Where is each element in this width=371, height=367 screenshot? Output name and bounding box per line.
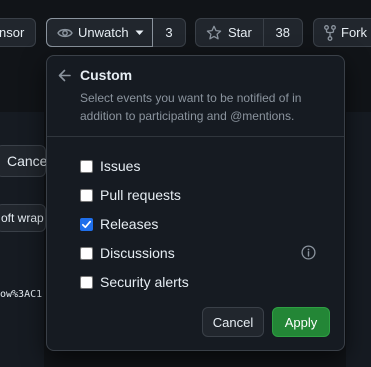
checkmark-icon: [81, 220, 92, 228]
popover-description: Select events you want to be notified of…: [80, 91, 302, 123]
star-button[interactable]: Star: [196, 19, 263, 46]
watch-count[interactable]: 3: [153, 19, 185, 46]
sponsor-button[interactable]: nsor: [0, 18, 36, 47]
option-releases[interactable]: Releases: [80, 214, 158, 234]
star-count[interactable]: 38: [262, 19, 302, 46]
pull-requests-label: Pull requests: [100, 187, 181, 203]
issues-label: Issues: [100, 158, 141, 174]
issues-checkbox[interactable]: [80, 159, 93, 173]
background-url-fragment: ow%3AC1: [0, 289, 43, 300]
popover-title: Custom: [80, 67, 133, 83]
option-issues[interactable]: Issues: [80, 156, 140, 176]
unwatch-button[interactable]: Unwatch: [46, 18, 153, 47]
sponsor-label: nsor: [0, 25, 25, 40]
fork-label: Fork: [341, 25, 367, 40]
popover-header: Custom Select events you want to be noti…: [47, 56, 344, 137]
chevron-down-icon: [135, 30, 144, 36]
unwatch-label: Unwatch: [78, 25, 129, 40]
eye-icon: [57, 25, 73, 41]
star-button-group: Star 38: [195, 18, 303, 47]
soft-wrap-select[interactable]: oft wrap: [0, 204, 46, 232]
fork-icon: [324, 24, 336, 41]
star-icon: [206, 25, 222, 41]
security-alerts-checkbox[interactable]: [80, 275, 93, 289]
option-discussions[interactable]: Discussions: [80, 243, 175, 263]
option-security-alerts[interactable]: Security alerts: [80, 272, 189, 292]
releases-label: Releases: [100, 216, 159, 232]
arrow-left-icon[interactable]: [58, 69, 71, 87]
background-cancel-button[interactable]: Cancel: [0, 145, 51, 177]
custom-notifications-popover: Custom Select events you want to be noti…: [46, 55, 345, 351]
watch-button-group: Unwatch 3: [46, 18, 186, 47]
watch-count-value: 3: [165, 25, 173, 40]
discussions-label: Discussions: [100, 245, 175, 261]
background-right-panel: [346, 112, 371, 367]
star-label: Star: [228, 25, 252, 40]
option-pull-requests[interactable]: Pull requests: [80, 185, 181, 205]
fork-button[interactable]: Fork: [313, 18, 371, 47]
releases-checkbox[interactable]: [80, 217, 93, 231]
pull-requests-checkbox[interactable]: [80, 188, 93, 202]
info-icon[interactable]: [301, 245, 316, 265]
cancel-button[interactable]: Cancel: [202, 307, 264, 337]
star-count-value: 38: [275, 25, 291, 40]
soft-wrap-label: oft wrap: [1, 211, 44, 225]
background-cancel-label: Cancel: [7, 153, 51, 169]
apply-button[interactable]: Apply: [272, 307, 330, 337]
security-alerts-label: Security alerts: [100, 274, 189, 290]
discussions-checkbox[interactable]: [80, 246, 93, 260]
